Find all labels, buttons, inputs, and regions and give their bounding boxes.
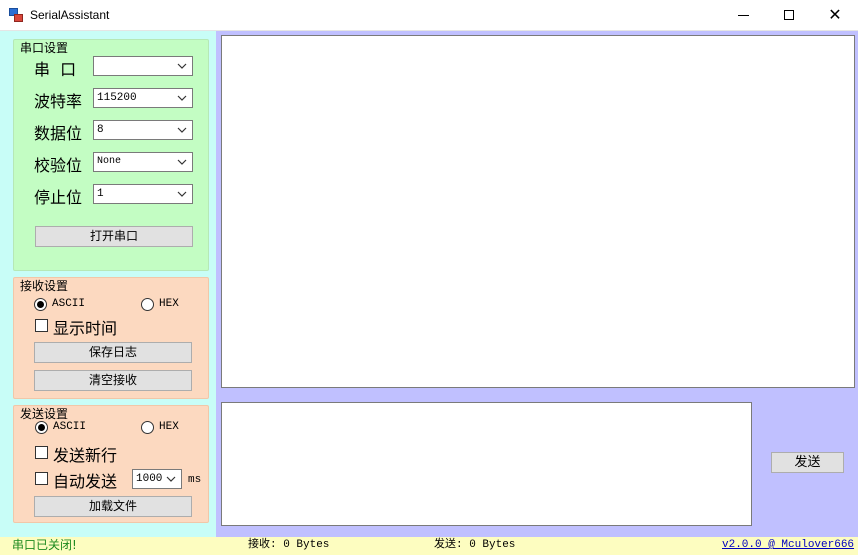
receive-hex-radio[interactable] [141, 298, 154, 311]
databits-select[interactable]: 8 [93, 120, 193, 140]
send-newline-checkbox[interactable] [35, 446, 48, 459]
chevron-down-icon [164, 470, 178, 488]
databits-label: 数据位 [34, 124, 83, 143]
auto-send-interval-select[interactable]: 1000 [132, 469, 182, 489]
stopbits-select[interactable]: 1 [93, 184, 193, 204]
receive-hex-label: HEX [159, 298, 179, 310]
settings-pane: 串口设置 串 口 波特率 115200 数据位 8 校验位 None 停止位 1… [0, 31, 216, 537]
send-button[interactable]: 发送 [771, 452, 844, 473]
show-time-checkbox[interactable] [35, 319, 48, 332]
parity-select[interactable]: None [93, 152, 193, 172]
interval-unit-label: ms [188, 474, 202, 486]
auto-send-label: 自动发送 [53, 472, 118, 491]
chevron-down-icon [175, 185, 189, 203]
load-file-button[interactable]: 加载文件 [34, 496, 192, 517]
window-title: SerialAssistant [30, 8, 110, 22]
send-hex-radio[interactable] [141, 421, 154, 434]
sent-bytes-status: 发送: 0 Bytes [434, 539, 516, 551]
port-label: 串 口 [34, 60, 77, 79]
receive-settings-title: 接收设置 [20, 279, 69, 293]
chevron-down-icon [175, 153, 189, 171]
auto-send-checkbox[interactable] [35, 472, 48, 485]
baud-select-value: 115200 [97, 92, 137, 104]
close-button[interactable]: ✕ [812, 0, 858, 30]
parity-select-value: None [97, 156, 122, 167]
baud-label: 波特率 [34, 92, 83, 111]
send-settings-group: 发送设置 ASCII HEX 发送新行 自动发送 1000 ms 加载文件 [13, 405, 209, 523]
status-bar: 串口已关闭! 接收: 0 Bytes 发送: 0 Bytes v2.0.0 @ … [0, 537, 858, 555]
maximize-button[interactable] [766, 0, 812, 30]
receive-ascii-label: ASCII [52, 298, 86, 310]
minimize-button[interactable] [720, 0, 766, 30]
send-ascii-label: ASCII [53, 421, 87, 433]
chevron-down-icon [175, 57, 189, 75]
show-time-label: 显示时间 [53, 319, 118, 338]
save-log-button[interactable]: 保存日志 [34, 342, 192, 363]
send-hex-label: HEX [159, 421, 179, 433]
databits-select-value: 8 [97, 124, 104, 136]
app-icon [9, 8, 23, 22]
serial-settings-group: 串口设置 串 口 波特率 115200 数据位 8 校验位 None 停止位 1… [13, 39, 209, 271]
stopbits-label: 停止位 [34, 188, 83, 207]
send-newline-label: 发送新行 [53, 446, 118, 465]
interval-value: 1000 [136, 473, 163, 485]
send-settings-title: 发送设置 [20, 407, 69, 421]
stopbits-select-value: 1 [97, 188, 104, 200]
send-ascii-radio[interactable] [35, 421, 48, 434]
baud-select[interactable]: 115200 [93, 88, 193, 108]
open-port-button[interactable]: 打开串口 [35, 226, 193, 247]
receive-settings-group: 接收设置 ASCII HEX 显示时间 保存日志 清空接收 [13, 277, 209, 399]
send-textbox[interactable] [221, 402, 752, 526]
port-select[interactable] [93, 56, 193, 76]
minimize-icon [738, 15, 749, 16]
maximize-icon [784, 10, 794, 20]
port-state-status: 串口已关闭! [12, 538, 77, 552]
clear-receive-button[interactable]: 清空接收 [34, 370, 192, 391]
chevron-down-icon [175, 89, 189, 107]
close-icon: ✕ [828, 5, 842, 24]
receive-ascii-radio[interactable] [34, 298, 47, 311]
version-link[interactable]: v2.0.0 @ Mculover666 [722, 537, 854, 554]
received-bytes-status: 接收: 0 Bytes [248, 539, 330, 551]
chevron-down-icon [175, 121, 189, 139]
receive-textbox[interactable] [221, 35, 855, 388]
parity-label: 校验位 [34, 156, 83, 175]
title-bar: SerialAssistant ✕ [0, 0, 858, 31]
serial-settings-title: 串口设置 [20, 41, 69, 55]
